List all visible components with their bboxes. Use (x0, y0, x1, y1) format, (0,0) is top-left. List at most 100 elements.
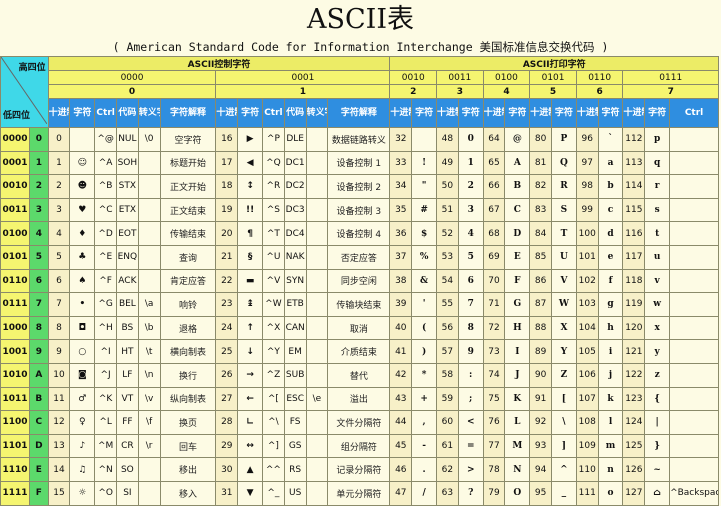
empty-ctrl-cell (669, 315, 719, 341)
ctrl-decimal-cell: 11 (47, 386, 71, 412)
ctrl-escape-cell (305, 244, 329, 270)
hex-col-0: 0 (47, 84, 217, 99)
print-decimal-cell: 61 (436, 433, 459, 459)
ctrl-ctrl-key-cell: ^C (94, 197, 117, 223)
print-decimal-cell: 91 (529, 386, 552, 412)
ctrl-escape-cell (305, 150, 329, 176)
ctrl-decimal-cell: 3 (47, 197, 71, 223)
ctrl-description-cell: 换行 (159, 362, 217, 388)
print-char-cell: j (597, 362, 624, 388)
print-decimal-cell: 40 (389, 315, 413, 341)
ctrl-code-cell: DC2 (283, 174, 307, 199)
table-row: 0100 4 4 ♦ ^D EOT 传输结束 20 ¶ ^T DC4 设备控制 4 36 $52 4 68 D 8… (0, 221, 719, 246)
print-decimal-cell: 32 (389, 127, 413, 152)
table-row: 0111 7 7 • ^G BEL \a 响铃 23 ↨ ^W ETB 传输块结束 39 ' 55 7 71 G 87… (0, 292, 719, 317)
print-char-cell: R (551, 174, 577, 199)
print-decimal-cell: 43 (389, 386, 413, 412)
print-decimal-cell: 59 (436, 386, 459, 412)
ctrl-char-cell: ↕ (237, 174, 264, 199)
ctrl-char-cell: ▲ (237, 457, 264, 482)
ctrl-code-cell: FS (283, 410, 307, 435)
ctrl-char-cell: → (237, 362, 264, 388)
empty-ctrl-cell (669, 362, 719, 388)
ascii-table: 高四位 低四位 ASCII控制字符 ASCII打印字符 0000 0001 00… (0, 56, 719, 506)
print-char-cell: = (457, 433, 484, 459)
ctrl-decimal-cell: 30 (215, 457, 239, 482)
print-char-cell: Z (551, 362, 577, 388)
ctrl-ctrl-key-cell: ^D (94, 221, 117, 246)
print-decimal-cell: 34 (389, 174, 413, 199)
row-hex-label: 8 (29, 315, 49, 341)
ctrl-description-cell: 正文开始 (159, 174, 217, 199)
ctrl-char-cell: ♫ (69, 457, 96, 482)
ctrl-description-cell: 单元分隔符 (327, 480, 391, 506)
ctrl-decimal-cell: 24 (215, 315, 239, 341)
print-decimal-cell: 97 (575, 150, 599, 176)
decimal-header: 十进制 (622, 98, 646, 128)
ctrl-code-cell: HT (116, 339, 139, 364)
row-hex-label: 5 (29, 244, 49, 270)
print-char-cell: - (411, 433, 438, 459)
print-decimal-cell: 112 (622, 127, 646, 152)
ctrl-decimal-cell: 12 (47, 410, 71, 435)
ctrl-description-cell: 空字符 (159, 127, 217, 152)
print-decimal-cell: 101 (575, 244, 599, 270)
row-hex-label: 3 (29, 197, 49, 223)
empty-ctrl-cell (669, 433, 719, 459)
ctrl-decimal-cell: 20 (215, 221, 239, 246)
hex-col-6: 6 (575, 84, 624, 99)
ctrl-decimal-cell: 29 (215, 433, 239, 459)
print-decimal-cell: 65 (482, 150, 506, 176)
ctrl-description-cell: 文件分隔符 (327, 410, 391, 435)
decimal-header: 十进制 (436, 98, 459, 128)
print-char-cell: + (411, 386, 438, 412)
print-char-cell: " (411, 174, 438, 199)
ctrl-code-cell: EOT (116, 221, 139, 246)
print-decimal-cell: 124 (622, 410, 646, 435)
print-char-cell: D (504, 221, 531, 246)
row-hex-label: 1 (29, 150, 49, 176)
row-hex-label: C (29, 410, 49, 435)
ctrl-decimal-cell: 25 (215, 339, 239, 364)
ctrl-char-cell (69, 127, 96, 152)
row-hex-label: 2 (29, 174, 49, 199)
print-char-cell: . (411, 457, 438, 482)
print-decimal-cell: 104 (575, 315, 599, 341)
print-char-cell: i (597, 339, 624, 364)
ctrl-char-cell: ♂ (69, 386, 96, 412)
ctrl-decimal-cell: 17 (215, 150, 239, 176)
ctrl-code-cell: STX (116, 174, 139, 199)
print-char-cell: 2 (457, 174, 484, 199)
ctrl-decimal-cell: 23 (215, 292, 239, 317)
ctrl-char-cell: ◙ (69, 362, 96, 388)
print-char-cell: Y (551, 339, 577, 364)
high-nibble-label: 高四位 (18, 63, 46, 73)
empty-ctrl-cell (669, 150, 719, 176)
ctrl-char-cell: ¶ (237, 221, 264, 246)
row-hex-label: B (29, 386, 49, 412)
print-decimal-cell: 113 (622, 150, 646, 176)
print-char-cell: 7 (457, 292, 484, 317)
print-decimal-cell: 66 (482, 174, 506, 199)
print-decimal-cell: 111 (575, 480, 599, 506)
print-char-cell: d (597, 221, 624, 246)
print-decimal-cell: 58 (436, 362, 459, 388)
ctrl-decimal-cell: 8 (47, 315, 71, 341)
ctrl-ctrl-key-cell: ^R (262, 174, 285, 199)
bin-col-1: 0001 (215, 70, 391, 85)
hex-col-7: 7 (622, 84, 719, 99)
row-bin-label: 0111 (0, 292, 30, 317)
print-decimal-cell: 80 (529, 127, 552, 152)
code-header: 代码 (283, 98, 307, 128)
print-char-cell: V (551, 268, 577, 294)
ctrl-ctrl-key-cell: ^K (94, 386, 117, 412)
ctrl-ctrl-key-cell: ^U (262, 244, 285, 270)
ctrl-decimal-cell: 2 (47, 174, 71, 199)
ctrl-escape-cell (305, 292, 329, 317)
header-sub-row: 十进制字符Ctrl代码转义字符字符解释十进制字符Ctrl代码转义字符字符解释十进… (1, 98, 719, 128)
header-group-row: 高四位 低四位 ASCII控制字符 ASCII打印字符 (0, 56, 719, 128)
print-char-cell: O (504, 480, 531, 506)
ctrl-escape-cell: \0 (137, 127, 161, 152)
print-decimal-cell: 84 (529, 221, 552, 246)
ctrl-ctrl-key-cell: ^H (94, 315, 117, 341)
